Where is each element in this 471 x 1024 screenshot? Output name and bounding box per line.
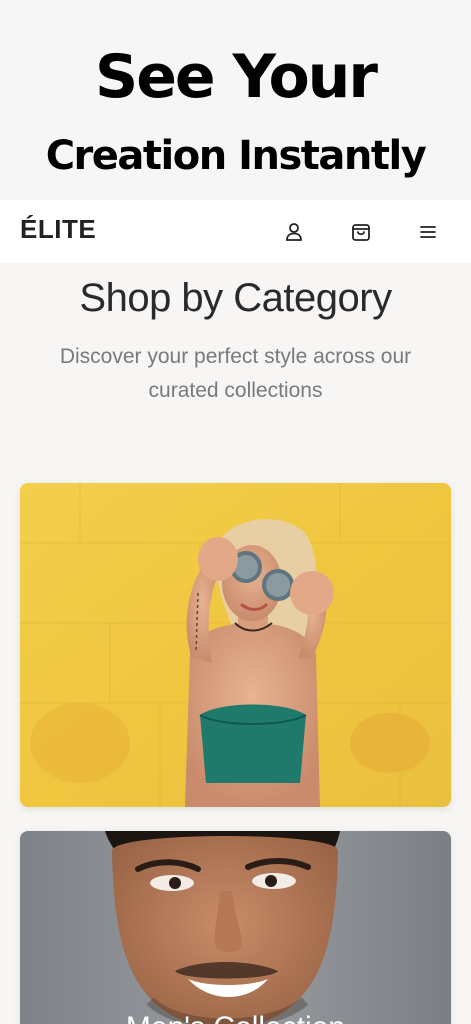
category-label-men: Men's Collection xyxy=(20,1011,451,1024)
women-collection-photo xyxy=(20,483,451,807)
shopping-bag-icon[interactable] xyxy=(349,220,373,244)
brand-logo[interactable]: ÉLITE xyxy=(20,214,96,245)
page-subtitle: Discover your perfect style across our c… xyxy=(59,345,412,402)
menu-icon[interactable] xyxy=(416,220,440,244)
main-content: Shop by Category Discover your perfect s… xyxy=(0,262,471,1024)
promo-heading-line-2: Creation Instantly xyxy=(45,133,427,179)
top-navbar: ÉLITE xyxy=(0,200,471,262)
promo-banner: See Your Creation Instantly xyxy=(0,0,471,200)
account-icon[interactable] xyxy=(282,220,306,244)
page-title: Shop by Category xyxy=(79,276,392,320)
men-collection-photo xyxy=(20,831,451,1024)
promo-heading-line-1: See Your xyxy=(95,42,378,112)
category-card-men[interactable]: Men's Collection xyxy=(20,831,451,1024)
category-card-women[interactable] xyxy=(20,483,451,807)
